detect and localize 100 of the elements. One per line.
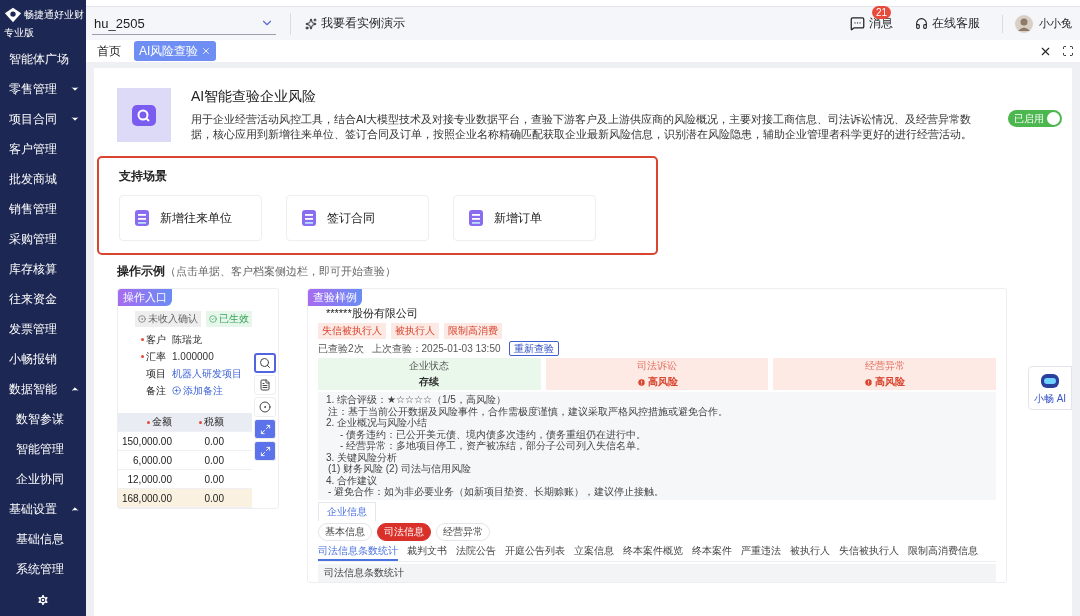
table-cell-text: 168,000.00 bbox=[120, 492, 173, 504]
sidebar-item[interactable]: 客户管理 bbox=[0, 134, 86, 164]
scenario-card[interactable]: 新增订单 bbox=[453, 195, 596, 241]
sidebar-item[interactable]: 采购管理 bbox=[0, 224, 86, 254]
table-cell-text: 0.00 bbox=[203, 473, 225, 485]
user-name: 小小兔 bbox=[1039, 16, 1072, 31]
document-icon bbox=[259, 379, 271, 391]
sidebar-item[interactable]: 库存核算 bbox=[0, 254, 86, 284]
info-subtab[interactable]: 法院公告 bbox=[456, 542, 496, 561]
sidebar-item[interactable]: 数据智能 bbox=[0, 374, 86, 404]
category-pill[interactable]: 司法信息 bbox=[377, 522, 431, 541]
info-subtab[interactable]: 终本案件 bbox=[692, 542, 732, 561]
message-count: 21 bbox=[872, 6, 892, 19]
alert-icon bbox=[636, 377, 646, 387]
logo-icon bbox=[4, 6, 22, 24]
table-cell-text: 6,000.00 bbox=[132, 454, 173, 466]
report-line: 3. 关键风险分析 bbox=[326, 451, 399, 463]
report-line: 4. 合作建议 bbox=[326, 474, 379, 486]
sidebar-item[interactable]: 小畅报销 bbox=[0, 344, 86, 374]
document-icon bbox=[301, 209, 317, 227]
field-value: 1.000000 bbox=[172, 351, 214, 362]
avatar[interactable] bbox=[1015, 14, 1033, 33]
status-label: 司法诉讼 bbox=[637, 359, 677, 373]
document-icon bbox=[468, 209, 484, 227]
sidebar-subitem[interactable]: 基础信息 bbox=[0, 524, 86, 554]
settings-icon[interactable] bbox=[36, 593, 50, 607]
report-line: - 经营异常：多地项目停工，资产被冻结，部分子公司列入失信名单。 bbox=[339, 440, 648, 452]
demo-link[interactable]: 我要看实例演示 bbox=[305, 15, 405, 32]
category-pill[interactable]: 经营异常 bbox=[436, 522, 490, 541]
sidebar-item[interactable]: 往来资金 bbox=[0, 284, 86, 314]
check-circle-icon bbox=[209, 315, 217, 323]
recheck-button[interactable]: 重新查验 bbox=[508, 341, 559, 356]
info-subtab[interactable]: 限制高消费信息 bbox=[908, 542, 978, 561]
search-icon bbox=[259, 357, 271, 369]
status-tag: 已生效 bbox=[206, 311, 252, 327]
info-tab[interactable]: 企业信息 bbox=[318, 501, 376, 521]
section-title: 操作示例 bbox=[117, 263, 165, 280]
fullscreen-icon[interactable] bbox=[1062, 45, 1074, 57]
caret-down-icon bbox=[70, 84, 80, 94]
caret-up-icon bbox=[70, 384, 80, 394]
report-line: - 避免合作：如为非必要业务（如新项目垫资、长期赊账），建议停止接触。 bbox=[327, 486, 666, 498]
expand-icon bbox=[259, 445, 271, 457]
page-tab[interactable]: 首页 bbox=[92, 41, 126, 61]
scenario-card[interactable]: 新增往来单位 bbox=[119, 195, 262, 241]
risk-tag: 被执行人 bbox=[391, 323, 439, 339]
expand-icon bbox=[259, 423, 271, 435]
screenshot-badge: 查验样例 bbox=[308, 289, 362, 306]
ai-check-tool[interactable] bbox=[254, 353, 276, 373]
info-subtab[interactable]: 立案信息 bbox=[574, 542, 614, 561]
dot-circle-icon bbox=[138, 315, 146, 323]
info-subtab[interactable]: 失信被执行人 bbox=[839, 542, 899, 561]
sidebar-subitem[interactable]: 智能管理 bbox=[0, 434, 86, 464]
circle-tool[interactable] bbox=[254, 397, 276, 417]
status-value: 高风险 bbox=[636, 375, 678, 389]
report-line: 注：基于当前公开数据及风险事件，合作需极度谨慎，建议采取严格风控措施或避免合作。 bbox=[327, 405, 729, 417]
expand-tool[interactable] bbox=[254, 441, 276, 461]
assistant-button[interactable]: 小畅 AI bbox=[1028, 366, 1072, 410]
sparkle-icon bbox=[305, 17, 317, 30]
feature-title: AI智能查验企业风险 bbox=[191, 88, 318, 106]
category-pill[interactable]: 基本信息 bbox=[318, 522, 372, 541]
expand-tool[interactable] bbox=[254, 419, 276, 439]
sidebar-item[interactable]: 销售管理 bbox=[0, 194, 86, 224]
table-cell-text: 12,000.00 bbox=[126, 473, 173, 485]
support-button[interactable]: 在线客服 bbox=[915, 15, 980, 32]
info-subtab[interactable]: 司法信息条数统计 bbox=[318, 542, 398, 561]
field-label: 汇率 bbox=[132, 349, 166, 364]
risk-tag: 限制高消费 bbox=[444, 323, 502, 339]
scenario-card[interactable]: 签订合同 bbox=[286, 195, 429, 241]
table-cell-text: 0.00 bbox=[203, 492, 225, 504]
chat-icon bbox=[850, 16, 865, 31]
status-label: 经营异常 bbox=[864, 359, 905, 373]
field-label: 项目 bbox=[145, 366, 166, 381]
info-subtab[interactable]: 严重违法 bbox=[741, 542, 781, 561]
account-select[interactable]: hu_2505 bbox=[92, 12, 276, 35]
status-value: 存续 bbox=[419, 375, 440, 389]
sidebar-item[interactable]: 基础设置 bbox=[0, 494, 86, 524]
sidebar-subitem[interactable]: 企业协同 bbox=[0, 464, 86, 494]
company-name: ******股份有限公司 bbox=[326, 306, 419, 321]
info-subtab[interactable]: 裁判文书 bbox=[407, 542, 447, 561]
table-cell-text: 150,000.00 bbox=[120, 435, 173, 447]
info-subtab[interactable]: 开庭公告列表 bbox=[505, 542, 565, 561]
sidebar-item[interactable]: 项目合同 bbox=[0, 104, 86, 134]
scenarios-title: 支持场景 bbox=[119, 168, 168, 185]
report-line: - 债务违约：已公开美元债、境内债多次违约，债务重组仍在进行中。 bbox=[339, 428, 648, 440]
plus-circle-icon bbox=[172, 386, 181, 395]
risk-tag: 失信被执行人 bbox=[318, 323, 386, 339]
field-link[interactable]: 添加备注 bbox=[172, 383, 223, 398]
sidebar-item[interactable]: 智能体广场 bbox=[0, 44, 86, 74]
sidebar-item[interactable]: 批发商城 bbox=[0, 164, 86, 194]
sidebar-subitem[interactable]: 系统管理 bbox=[0, 554, 86, 584]
info-subtab[interactable]: 被执行人 bbox=[790, 542, 830, 561]
report-line: (1) 财务风险 (2) 司法与信用风险 bbox=[327, 463, 472, 475]
info-subtab[interactable]: 终本案件概览 bbox=[623, 542, 683, 561]
field-label: 备注 bbox=[145, 383, 166, 398]
document-tool[interactable] bbox=[254, 375, 276, 395]
sidebar-subitem[interactable]: 数智参谋 bbox=[0, 404, 86, 434]
field-link[interactable]: 机器人研发项目 bbox=[172, 366, 242, 381]
sidebar-item[interactable]: 零售管理 bbox=[0, 74, 86, 104]
screenshot-badge: 操作入口 bbox=[118, 289, 172, 306]
sidebar-item[interactable]: 发票管理 bbox=[0, 314, 86, 344]
